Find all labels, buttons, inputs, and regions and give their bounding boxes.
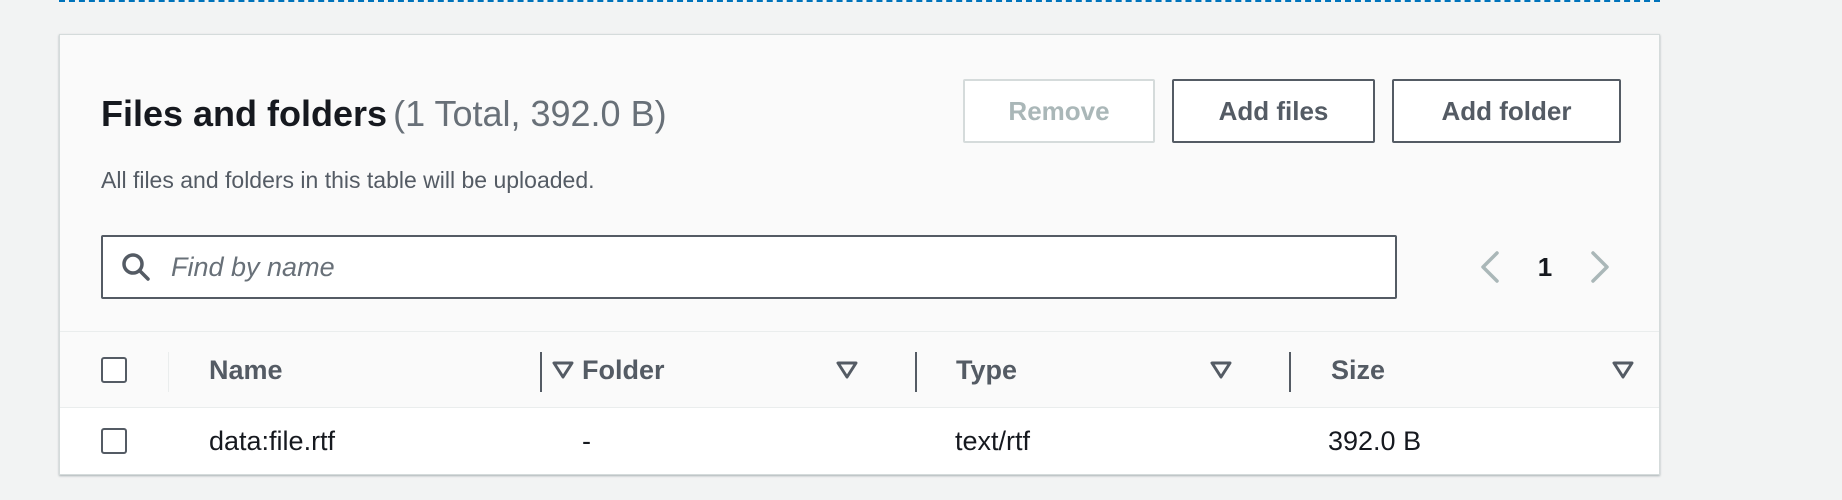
column-resizer[interactable] (540, 352, 542, 392)
sort-caret-down-icon (836, 361, 858, 379)
panel-header: Files and folders (1 Total, 392.0 B) All … (60, 35, 1659, 331)
cell-folder: - (582, 425, 591, 456)
table-header-row: Name Folder Type Size (60, 331, 1659, 408)
panel-title: Files and folders (1 Total, 392.0 B) (101, 93, 667, 135)
select-all-checkbox[interactable] (101, 357, 127, 383)
column-resizer[interactable] (915, 352, 917, 392)
files-and-folders-panel: Files and folders (1 Total, 392.0 B) All … (59, 34, 1660, 475)
column-header-label: Type (956, 355, 1018, 385)
files-table: Name Folder Type Size data:file.rtf - te… (60, 331, 1659, 474)
panel-title-counter: (1 Total, 392.0 B) (393, 93, 667, 134)
page-number[interactable]: 1 (1510, 252, 1580, 283)
row-checkbox[interactable] (101, 428, 127, 454)
remove-button[interactable]: Remove (963, 79, 1155, 143)
chevron-right-icon[interactable] (1580, 247, 1620, 287)
column-header-label: Size (1331, 355, 1386, 385)
panel-description: All files and folders in this table will… (101, 167, 595, 193)
add-folder-button[interactable]: Add folder (1392, 79, 1621, 143)
sort-caret-down-icon (552, 361, 574, 379)
column-header-name[interactable]: Name (209, 332, 601, 409)
cell-size: 392.0 B (1328, 425, 1422, 456)
sort-caret-down-icon (1210, 361, 1232, 379)
cell-type: text/rtf (955, 425, 1031, 456)
search-input[interactable] (171, 251, 1371, 283)
search-icon (117, 248, 155, 286)
column-header-label: Folder (582, 355, 665, 385)
chevron-left-icon[interactable] (1470, 247, 1510, 287)
column-header-label: Name (209, 355, 283, 385)
pagination: 1 (1470, 235, 1620, 299)
search-box (101, 235, 1397, 299)
table-row[interactable]: data:file.rtf - text/rtf 392.0 B (60, 408, 1659, 474)
sort-caret-down-icon (1612, 361, 1634, 379)
column-header-size[interactable]: Size (1331, 332, 1659, 409)
panel-title-text: Files and folders (101, 93, 388, 134)
column-divider (168, 352, 169, 392)
drop-zone-border (59, 0, 1660, 2)
cell-name: data:file.rtf (209, 425, 336, 456)
column-resizer[interactable] (1289, 352, 1291, 392)
add-files-button[interactable]: Add files (1172, 79, 1375, 143)
